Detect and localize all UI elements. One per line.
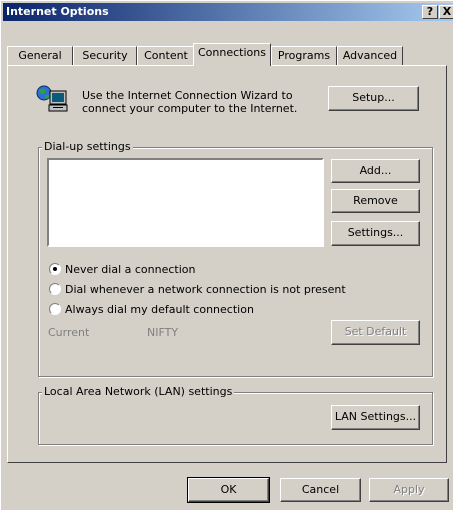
apply-button[interactable]: Apply xyxy=(369,478,449,502)
wizard-text-line2: connect your computer to the Internet. xyxy=(82,102,298,115)
wizard-text-line1: Use the Internet Connection Wizard to xyxy=(82,89,293,102)
tab-label: Security xyxy=(82,49,128,62)
internet-options-window: Internet Options ? X General Security Co… xyxy=(0,0,453,510)
add-button[interactable]: Add... xyxy=(331,159,420,183)
add-button-label: Add... xyxy=(359,164,392,177)
dialup-settings-label: Dial-up settings xyxy=(42,140,133,153)
tab-label: Connections xyxy=(198,46,266,59)
lan-settings-group-label: Local Area Network (LAN) settings xyxy=(42,385,235,398)
tab-advanced[interactable]: Advanced xyxy=(337,46,403,65)
radio-label: Dial whenever a network connection is no… xyxy=(65,283,346,296)
window-title: Internet Options xyxy=(6,5,109,18)
help-button[interactable]: ? xyxy=(422,5,438,19)
remove-button[interactable]: Remove xyxy=(331,189,420,213)
connection-wizard-icon xyxy=(34,83,70,115)
radio-button[interactable] xyxy=(49,303,61,315)
set-default-label: Set Default xyxy=(344,325,407,338)
setup-button-label: Setup... xyxy=(352,91,395,104)
tab-label: Programs xyxy=(277,49,331,62)
set-default-button[interactable]: Set Default xyxy=(331,320,420,345)
tab-label: Content xyxy=(144,49,188,62)
current-connection-value: NIFTY xyxy=(147,326,179,339)
ok-button-label: OK xyxy=(220,483,237,496)
tab-programs[interactable]: Programs xyxy=(271,46,337,65)
radio-label: Never dial a connection xyxy=(65,263,196,276)
setup-button[interactable]: Setup... xyxy=(328,86,419,111)
radio-button[interactable] xyxy=(49,283,61,295)
settings-button-label: Settings... xyxy=(347,226,404,239)
radio-label: Always dial my default connection xyxy=(65,303,254,316)
settings-button[interactable]: Settings... xyxy=(331,221,420,246)
tab-connections[interactable]: Connections xyxy=(193,43,271,66)
close-button[interactable]: X xyxy=(439,5,453,19)
title-bar[interactable]: Internet Options ? X xyxy=(3,3,453,21)
tab-label: General xyxy=(18,49,62,62)
cancel-button-label: Cancel xyxy=(301,483,340,496)
lan-settings-button[interactable]: LAN Settings... xyxy=(331,405,420,430)
tab-security[interactable]: Security xyxy=(73,46,137,65)
radio-selected-dot xyxy=(53,267,57,271)
tab-content[interactable]: Content xyxy=(137,46,195,65)
ok-button[interactable]: OK xyxy=(187,477,270,503)
cancel-button[interactable]: Cancel xyxy=(280,478,361,502)
help-icon: ? xyxy=(426,5,434,18)
apply-button-label: Apply xyxy=(393,483,425,496)
tab-general[interactable]: General xyxy=(7,46,73,65)
lan-settings-button-label: LAN Settings... xyxy=(334,410,417,423)
current-connection-label: Current xyxy=(48,326,90,339)
close-icon: X xyxy=(442,5,452,18)
remove-button-label: Remove xyxy=(353,194,398,207)
connections-listbox[interactable] xyxy=(47,158,324,247)
tab-label: Advanced xyxy=(342,49,398,62)
radio-button[interactable] xyxy=(49,263,61,275)
